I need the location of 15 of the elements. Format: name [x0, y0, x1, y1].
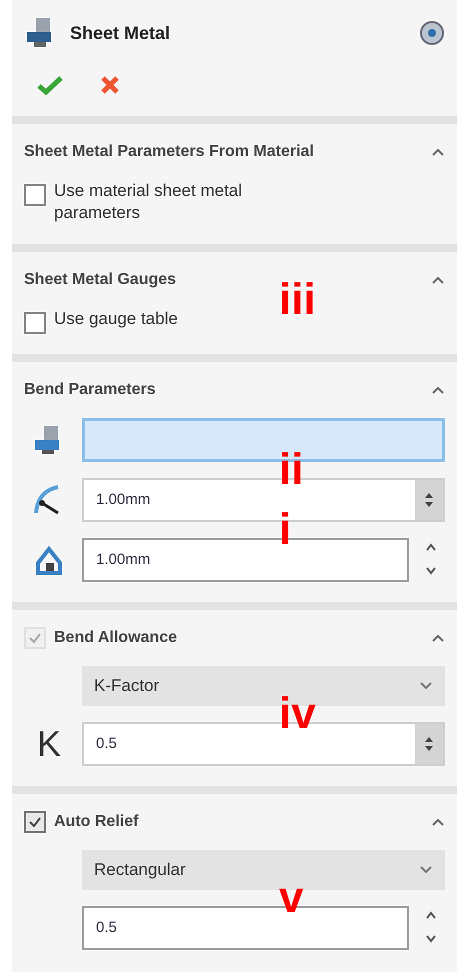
- dropdown[interactable]: Rectangular: [82, 850, 445, 890]
- field-value: 1.00mm: [95, 550, 152, 570]
- section-title: Auto Relief: [54, 812, 140, 832]
- section-title: Sheet Metal Gauges: [24, 270, 178, 290]
- field-value: 0.5: [95, 734, 118, 754]
- checkbox-label: Use material sheet metal parameters: [54, 180, 244, 224]
- section-title: Bend Parameters: [24, 380, 157, 400]
- k-factor-label: K: [36, 726, 61, 762]
- field-value: 1.00mm: [95, 490, 152, 510]
- panel-title: Sheet Metal: [70, 22, 172, 44]
- section-title: Bend Allowance: [54, 628, 178, 648]
- annotation-label: iii: [279, 278, 316, 322]
- section-title: Sheet Metal Parameters From Material: [24, 142, 315, 162]
- checkbox-label: Use gauge table: [54, 308, 179, 330]
- field-value: 0.5: [95, 918, 118, 938]
